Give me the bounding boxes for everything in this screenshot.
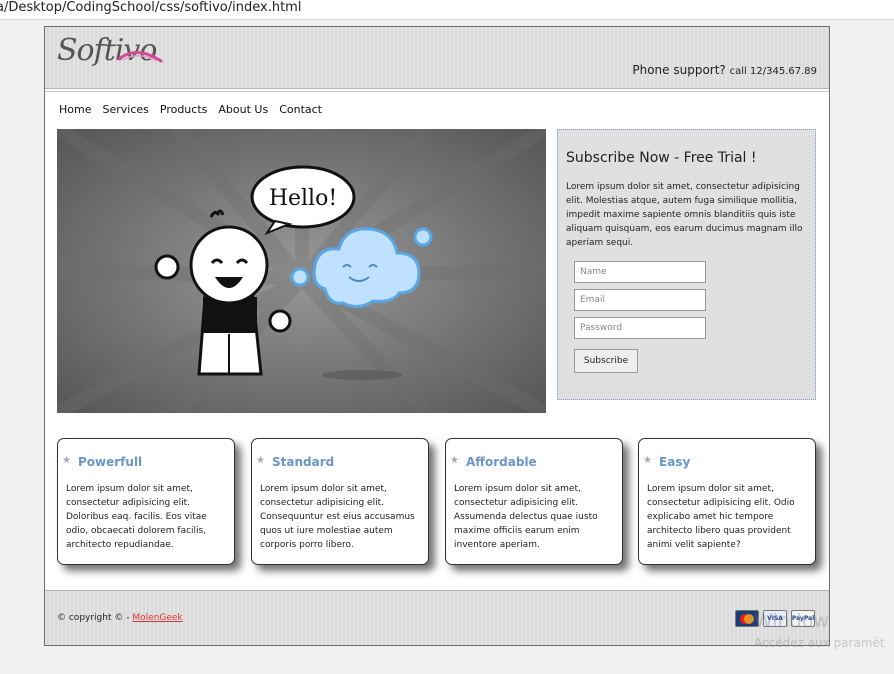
site-logo[interactable]: Softivo	[57, 33, 163, 73]
card-title: Powerfull	[78, 455, 143, 469]
hero-image: Hello!	[57, 129, 546, 413]
support-label: Phone support?	[632, 63, 726, 77]
site-footer: © copyright © - MolenGeek VISA PayPal	[45, 590, 829, 645]
webpage: Softivo Phone support? call 12/345.67.89…	[44, 26, 830, 646]
star-icon: ★	[62, 455, 71, 466]
card-title: Easy	[659, 455, 691, 469]
star-icon: ★	[256, 455, 265, 466]
name-field[interactable]	[574, 261, 706, 283]
subscribe-text: Lorem ipsum dolor sit amet, consectetur …	[566, 182, 803, 248]
feature-card-powerfull: ★ Powerfull Lorem ipsum dolor sit amet, …	[57, 438, 235, 565]
browser-address-bar[interactable]: a/Desktop/CodingSchool/css/softivo/index…	[0, 0, 894, 20]
nav-contact[interactable]: Contact	[279, 103, 322, 116]
main-nav: Home Services Products About Us Contact	[59, 103, 322, 116]
star-icon: ★	[643, 455, 652, 466]
copyright: © copyright © - MolenGeek	[57, 613, 183, 623]
nav-about-us[interactable]: About Us	[218, 103, 268, 116]
email-field[interactable]	[574, 289, 706, 311]
subscribe-title: Subscribe Now - Free Trial !	[566, 150, 757, 166]
support-number: call 12/345.67.89	[729, 66, 817, 77]
nav-home[interactable]: Home	[59, 103, 91, 116]
subscribe-box: Subscribe Now - Free Trial ! Lorem ipsum…	[557, 129, 816, 400]
bubble-text: Hello!	[269, 186, 337, 211]
phone-support: Phone support? call 12/345.67.89	[632, 63, 817, 77]
copyright-text: © copyright © -	[57, 613, 130, 623]
hero-illustration: Hello!	[57, 129, 546, 413]
nav-services[interactable]: Services	[102, 103, 148, 116]
molengeek-link[interactable]: MolenGeek	[132, 613, 182, 623]
card-text: Lorem ipsum dolor sit amet, consectetur …	[260, 484, 415, 550]
card-title: Standard	[272, 455, 335, 469]
card-title: Affordable	[466, 455, 537, 469]
windows-activation-watermark: Window	[754, 610, 829, 632]
card-text: Lorem ipsum dolor sit amet, consectetur …	[454, 484, 598, 550]
url-text: a/Desktop/CodingSchool/css/softivo/index…	[0, 0, 302, 15]
subscribe-button[interactable]: Subscribe	[574, 349, 638, 373]
card-text: Lorem ipsum dolor sit amet, consectetur …	[66, 484, 207, 550]
star-icon: ★	[450, 455, 459, 466]
windows-activation-subtext: Accédez aux paramèt	[754, 636, 885, 650]
nav-products[interactable]: Products	[160, 103, 208, 116]
feature-card-affordable: ★ Affordable Lorem ipsum dolor sit amet,…	[445, 438, 623, 565]
password-field[interactable]	[574, 317, 706, 339]
card-text: Lorem ipsum dolor sit amet, consectetur …	[647, 484, 795, 550]
feature-card-standard: ★ Standard Lorem ipsum dolor sit amet, c…	[251, 438, 429, 565]
feature-card-easy: ★ Easy Lorem ipsum dolor sit amet, conse…	[638, 438, 816, 565]
logo-swoosh-icon	[117, 51, 163, 63]
header-divider	[45, 91, 829, 92]
site-header: Softivo Phone support? call 12/345.67.89	[45, 27, 829, 89]
